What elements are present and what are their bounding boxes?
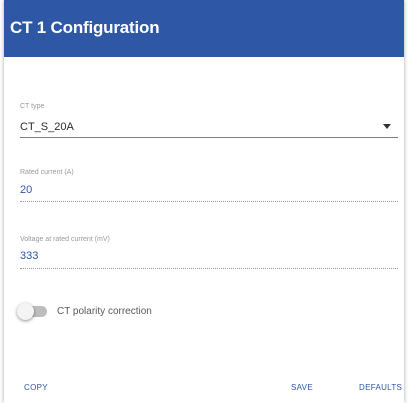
- voltage-label: Voltage at rated current (mV): [20, 236, 110, 243]
- rated-current-underline: [20, 201, 398, 202]
- polarity-label: CT polarity correction: [57, 306, 152, 317]
- ct-type-value: CT_S_20A: [20, 121, 74, 133]
- ct-type-label: CT type: [20, 103, 45, 110]
- voltage-underline: [20, 268, 398, 269]
- dialog-header: CT 1 Configuration: [4, 0, 404, 57]
- copy-button[interactable]: COPY: [24, 383, 48, 392]
- toggle-thumb[interactable]: [17, 303, 34, 320]
- dialog-title: CT 1 Configuration: [10, 18, 160, 37]
- ct-type-underline: [20, 137, 398, 138]
- defaults-button[interactable]: DEFAULTS: [359, 383, 402, 392]
- save-button[interactable]: SAVE: [291, 383, 313, 392]
- chevron-down-icon[interactable]: [383, 124, 391, 129]
- rated-current-label: Rated current (A): [20, 169, 74, 176]
- ct-configuration-dialog: CT 1 Configuration CT type CT_S_20A Rate…: [4, 0, 404, 403]
- voltage-value[interactable]: 333: [20, 250, 38, 262]
- rated-current-value[interactable]: 20: [20, 184, 32, 196]
